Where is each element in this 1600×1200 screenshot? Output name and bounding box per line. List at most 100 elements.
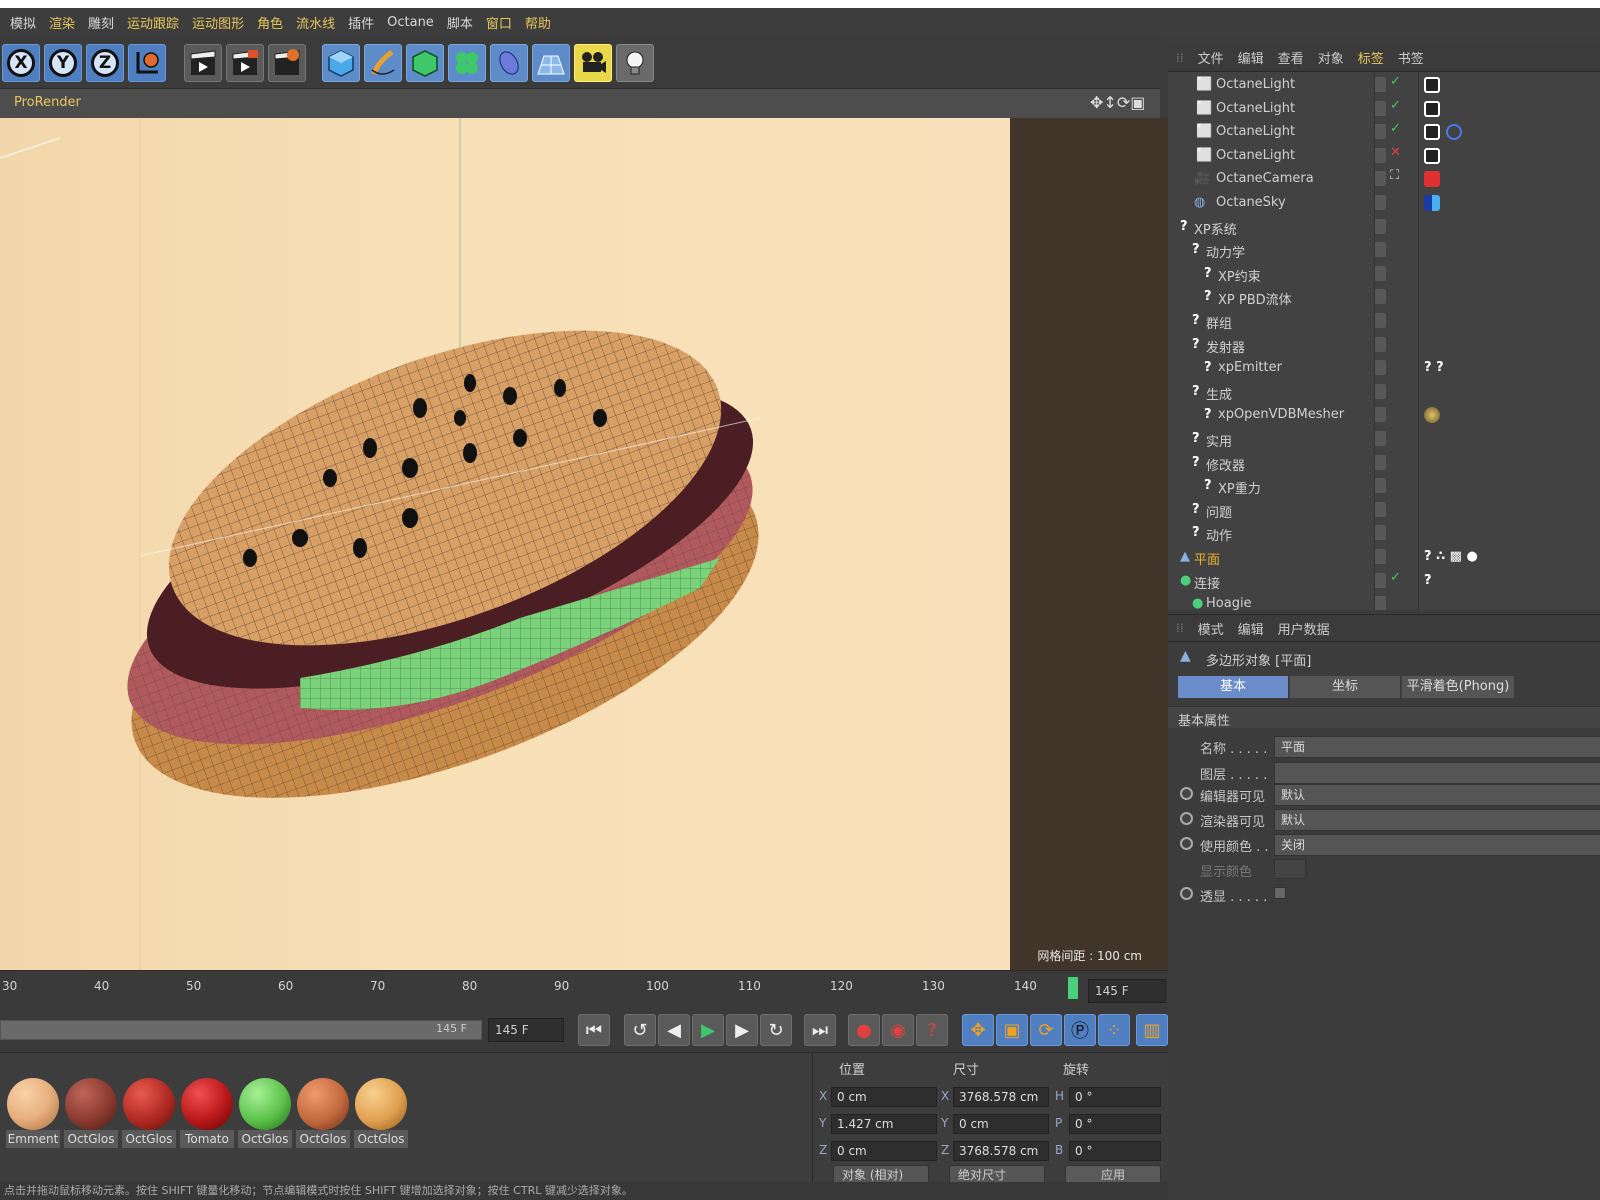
octane-light-tag-icon[interactable]	[1424, 124, 1440, 141]
om-menu-view[interactable]: 查看	[1278, 48, 1304, 67]
timeline-window-icon[interactable]: ▥	[1136, 1014, 1168, 1046]
rot-p-field[interactable]: 0 °	[1069, 1114, 1161, 1134]
object-row[interactable]: ● 连接 ✓ ?	[1168, 570, 1600, 594]
render-view-icon[interactable]	[184, 44, 222, 82]
pla-key-icon[interactable]: ⁘	[1098, 1014, 1130, 1046]
pen-icon[interactable]	[364, 44, 402, 82]
3d-viewport[interactable]	[0, 118, 1010, 970]
object-row[interactable]: ● Hoagie	[1168, 593, 1600, 610]
object-row[interactable]: ? 发射器	[1168, 334, 1600, 358]
go-to-end-icon[interactable]: ⏭	[804, 1014, 836, 1046]
xray-checkbox[interactable]	[1274, 887, 1286, 899]
layer-dot[interactable]	[1374, 77, 1386, 92]
menu-render[interactable]: 渲染	[49, 13, 75, 32]
object-row[interactable]: ⬜ OctaneLight ✓	[1168, 98, 1600, 122]
layer-dot[interactable]	[1374, 525, 1386, 541]
layer-dot[interactable]	[1374, 454, 1386, 470]
layer-dot[interactable]	[1374, 383, 1386, 399]
object-row[interactable]: ? 问题	[1168, 499, 1600, 523]
octane-light-tag-icon[interactable]	[1424, 100, 1440, 117]
layer-dot[interactable]	[1374, 596, 1386, 610]
material-swatch[interactable]: OctGlos	[296, 1078, 350, 1150]
end-frame-field[interactable]: 145 F	[488, 1018, 564, 1042]
material-swatch[interactable]: OctGlos	[64, 1078, 118, 1150]
object-row[interactable]: 🎥 OctaneCamera ⛶	[1168, 168, 1600, 192]
material-swatch[interactable]: OctGlos	[238, 1078, 292, 1150]
panel-grip-icon[interactable]: ⁞⁞	[1176, 51, 1184, 65]
timeline-ruler[interactable]: 30 40 50 60 70 80 90 100 110 120 130 140…	[0, 970, 1168, 1008]
om-menu-file[interactable]: 文件	[1198, 48, 1224, 67]
floor-icon[interactable]	[532, 44, 570, 82]
layer-dot[interactable]	[1374, 242, 1386, 258]
menu-script[interactable]: 脚本	[447, 13, 473, 32]
material-swatch[interactable]: OctGlos	[122, 1078, 176, 1150]
menu-character[interactable]: 角色	[257, 13, 283, 32]
layer-dot[interactable]	[1374, 407, 1386, 423]
tab-phong[interactable]: 平滑着色(Phong)	[1402, 676, 1514, 698]
layer-dot[interactable]	[1374, 171, 1386, 187]
unknown-tag-icon[interactable]: ? ?	[1424, 360, 1444, 375]
layer-dot[interactable]	[1374, 313, 1386, 328]
object-row[interactable]: ? 生成	[1168, 381, 1600, 405]
editor-visible-dropdown[interactable]: 默认	[1274, 784, 1600, 806]
object-row[interactable]: ◍ OctaneSky	[1168, 192, 1600, 216]
object-row[interactable]: ⬜ OctaneLight ✓	[1168, 74, 1600, 98]
target-tag-icon[interactable]	[1446, 124, 1462, 141]
octane-light-tag-icon[interactable]	[1424, 147, 1440, 164]
pos-x-field[interactable]: 0 cm	[831, 1087, 937, 1107]
layer-dot[interactable]	[1374, 431, 1386, 446]
playhead-marker[interactable]	[1068, 977, 1078, 999]
display-color-swatch[interactable]	[1274, 859, 1306, 879]
menu-window[interactable]: 窗口	[486, 13, 512, 32]
frame-range-slider[interactable]: 145 F	[0, 1020, 482, 1040]
layer-dot[interactable]	[1374, 195, 1386, 210]
pos-z-field[interactable]: 0 cm	[831, 1141, 937, 1161]
use-color-dropdown[interactable]: 关闭	[1274, 834, 1600, 856]
object-row[interactable]: ⬜ OctaneLight ✕	[1168, 145, 1600, 169]
enabled-check-icon[interactable]: ✓	[1390, 121, 1401, 136]
render-visible-dropdown[interactable]: 默认	[1274, 809, 1600, 831]
size-z-field[interactable]: 3768.578 cm	[953, 1141, 1049, 1161]
camera-target-icon[interactable]: ⛶	[1390, 168, 1399, 183]
layer-dot[interactable]	[1374, 100, 1386, 116]
camera-icon[interactable]	[574, 44, 612, 82]
layer-dot[interactable]	[1374, 289, 1386, 305]
material-swatch[interactable]: Tomato	[180, 1078, 234, 1150]
world-coord-icon[interactable]	[128, 44, 166, 82]
attr-menu-mode[interactable]: 模式	[1198, 619, 1224, 638]
disabled-x-icon[interactable]: ✕	[1390, 145, 1401, 160]
object-row[interactable]: ? 动力学	[1168, 239, 1600, 263]
layer-dot[interactable]	[1374, 360, 1386, 376]
play-icon[interactable]: ▶	[692, 1014, 724, 1046]
om-menu-bookmarks[interactable]: 书签	[1398, 48, 1424, 67]
deformer-icon[interactable]	[490, 44, 528, 82]
name-field[interactable]: 平面	[1274, 736, 1600, 758]
menu-octane[interactable]: Octane	[387, 15, 434, 30]
layer-dot[interactable]	[1374, 147, 1386, 163]
enabled-check-icon[interactable]: ✓	[1390, 98, 1401, 113]
cube-icon[interactable]	[322, 44, 360, 82]
size-y-field[interactable]: 0 cm	[953, 1114, 1049, 1134]
layer-dot[interactable]	[1374, 478, 1386, 494]
param-key-icon[interactable]: Ⓟ	[1064, 1014, 1096, 1046]
material-tag-icon[interactable]	[1424, 407, 1440, 424]
viewport-nav-icons[interactable]: ✥↕⟳▣	[1090, 93, 1145, 112]
layer-dot[interactable]	[1374, 549, 1386, 564]
render-picture-queue-icon[interactable]	[226, 44, 264, 82]
layer-dot[interactable]	[1374, 572, 1386, 588]
radio-icon[interactable]	[1180, 787, 1193, 800]
menu-help[interactable]: 帮助	[525, 13, 551, 32]
menu-motion-tracking[interactable]: 运动跟踪	[127, 13, 179, 32]
layer-dot[interactable]	[1374, 218, 1386, 234]
object-row[interactable]: ? 群组	[1168, 310, 1600, 334]
size-x-field[interactable]: 3768.578 cm	[953, 1087, 1049, 1107]
render-settings-icon[interactable]	[268, 44, 306, 82]
radio-icon[interactable]	[1180, 837, 1193, 850]
enabled-check-icon[interactable]: ✓	[1390, 74, 1401, 89]
radio-icon[interactable]	[1180, 812, 1193, 825]
rot-h-field[interactable]: 0 °	[1069, 1087, 1161, 1107]
layer-dot[interactable]	[1374, 336, 1386, 352]
subdivision-icon[interactable]	[406, 44, 444, 82]
rotate-key-icon[interactable]: ⟳	[1030, 1014, 1062, 1046]
axis-y-icon[interactable]: Y	[44, 44, 82, 82]
